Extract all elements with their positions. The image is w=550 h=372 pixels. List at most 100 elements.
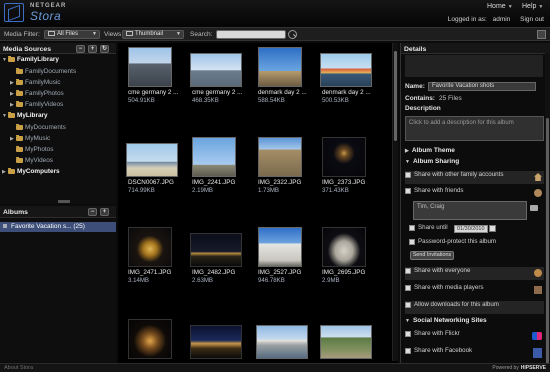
scrollbar-thumb[interactable] (394, 51, 397, 141)
file-name: IMG_2695.JPG (322, 269, 366, 276)
thumbnail-item[interactable]: IMG_2241.JPG 2.19MB (186, 133, 252, 197)
tree-item[interactable]: MyDocuments (10, 124, 66, 134)
thumbnail-image[interactable] (190, 325, 242, 359)
flickr-icon (532, 332, 542, 340)
thumbnail-item[interactable]: IMG_2527.JPG 946.78KB (252, 223, 318, 287)
share-until-date-input[interactable]: 01/30/2010 (454, 225, 488, 233)
checkbox[interactable] (405, 171, 411, 178)
thumbnail-image[interactable] (320, 325, 372, 359)
views-label: Views (104, 31, 122, 38)
album-theme-section[interactable]: ▶ Album Theme (405, 147, 455, 154)
checkbox[interactable] (409, 238, 415, 245)
thumbnail-image[interactable] (258, 47, 302, 87)
share-family-option[interactable]: Share with other family accounts (405, 171, 544, 184)
thumbnail-item[interactable]: cme germany 2 ... 504.91KB (122, 43, 188, 107)
media-sources-title: Media Sources (3, 46, 51, 53)
media-filter-select[interactable]: All Files ▼ (44, 30, 100, 39)
thumbnail-image[interactable] (320, 53, 372, 87)
file-size: 588.54KB (258, 97, 285, 104)
file-size: 3.14MB (128, 277, 150, 284)
thumbnail-image[interactable] (256, 325, 308, 359)
tree-item-label: FamilyMusic (25, 79, 61, 86)
tree-item[interactable]: ▶ FamilyMusic (10, 79, 61, 89)
tree-item-label: MyPhotos (25, 146, 54, 153)
checkbox[interactable] (405, 301, 411, 308)
tree-item[interactable]: ▶ MyComputers (2, 168, 60, 178)
album-item[interactable]: Favorite Vacation s... (25) (0, 222, 116, 232)
grid-scrollbar[interactable] (392, 43, 398, 361)
thumbnail-item[interactable]: IMG_2471.JPG 3.14MB (122, 223, 188, 287)
thumbnail-image[interactable] (190, 53, 242, 87)
share-media-players-option[interactable]: Share with media players (405, 284, 544, 297)
tree-item[interactable]: ▼ MyLibrary (2, 112, 48, 122)
checkbox[interactable] (405, 347, 411, 354)
thumbnail-item[interactable]: denmark day 2 ... 588.54KB (252, 43, 318, 107)
thumbnail-image[interactable] (258, 227, 302, 267)
scrollbar-thumb[interactable] (546, 118, 549, 364)
checkbox[interactable] (405, 284, 411, 291)
send-invitations-button[interactable]: Send Invitations (410, 251, 454, 260)
thumbnail-item[interactable]: IMG_2695.JPG 2.9MB (316, 223, 382, 287)
calendar-icon[interactable] (489, 225, 496, 232)
friends-input[interactable]: Tim, Craig (413, 201, 527, 220)
add-album-button[interactable]: + (100, 208, 109, 216)
tree-item[interactable]: ▶ MyMusic (10, 135, 50, 145)
thumbnail-item[interactable]: IMG_2373.JPG 371.43KB (316, 133, 382, 197)
thumbnail-item[interactable]: cme germany 2 ... 468.35KB (186, 43, 252, 107)
tree-item[interactable]: FamilyDocuments (10, 68, 76, 78)
allow-downloads-option[interactable]: Allow downloads for this album (405, 301, 544, 314)
thumbnail-image[interactable] (258, 137, 302, 177)
tree-item[interactable]: ▼ FamilyLibrary (2, 56, 59, 66)
thumbnail-item[interactable]: denmark day 2 ... 500.53KB (316, 43, 382, 107)
about-link[interactable]: About Stora (4, 365, 33, 371)
thumbnail-item[interactable]: IMG_2322.JPG 1.73MB (252, 133, 318, 197)
remove-source-button[interactable]: − (76, 45, 85, 53)
thumbnail-item[interactable]: IMG_2482.JPG 2.63MB (186, 223, 252, 287)
search-input[interactable] (216, 30, 286, 39)
checkbox[interactable] (409, 224, 415, 231)
views-select[interactable]: Thumbnail ▼ (122, 30, 184, 39)
tree-item[interactable]: ▶ FamilyPhotos (10, 90, 64, 100)
home-menu[interactable]: Home ▼ (487, 3, 513, 10)
thumbnail-image[interactable] (190, 233, 242, 267)
share-everyone-option[interactable]: Share with everyone (405, 267, 544, 280)
thumbnail-image[interactable] (322, 227, 366, 267)
thumbnail-image[interactable] (128, 227, 172, 267)
facebook-icon (533, 348, 542, 358)
checkbox[interactable] (405, 330, 411, 337)
file-name: cme germany 2 ... (128, 89, 179, 96)
share-flickr-option[interactable]: Share with Flickr (405, 330, 544, 343)
tree-item[interactable]: ▶ FamilyVideos (10, 101, 63, 111)
album-sharing-section[interactable]: ▼ Album Sharing (405, 158, 459, 165)
add-source-button[interactable]: + (88, 45, 97, 53)
remove-album-button[interactable]: − (88, 208, 97, 216)
share-facebook-option[interactable]: Share with Facebook (405, 347, 544, 360)
refresh-source-button[interactable]: ↻ (100, 45, 109, 53)
checkbox[interactable] (405, 187, 411, 194)
folder-icon (8, 168, 15, 174)
thumbnail-item[interactable]: DSCN0067.JPG 714.99KB (122, 133, 188, 197)
checkbox[interactable] (405, 267, 411, 274)
address-book-icon[interactable] (530, 205, 538, 211)
thumbnail-image[interactable] (322, 137, 366, 177)
tree-item-label: MyComputers (17, 168, 60, 175)
thumbnail-image[interactable] (128, 319, 172, 359)
details-scrollbar[interactable] (545, 53, 550, 364)
description-input[interactable]: Click to add a description for this albu… (405, 116, 544, 141)
tree-item[interactable]: MyVideos (10, 157, 53, 167)
thumbnail-image[interactable] (128, 47, 172, 87)
share-friends-label: Share with friends (414, 187, 464, 194)
social-networking-section[interactable]: ▼ Social Networking Sites (405, 317, 487, 324)
album-name-input[interactable]: Favorite Vacation shots (428, 82, 536, 91)
thumbnail-image[interactable] (192, 137, 236, 177)
tree-item-label: FamilyLibrary (17, 56, 59, 63)
share-friends-option[interactable]: Share with friends (405, 187, 544, 200)
help-menu[interactable]: Help ▼ (522, 3, 543, 10)
thumbnail-image[interactable] (126, 143, 178, 177)
collapse-panel-button[interactable] (537, 30, 546, 39)
password-protect-option[interactable]: Password-protect this album (405, 238, 544, 251)
search-icon[interactable] (288, 30, 297, 39)
horizontal-scrollbar[interactable] (58, 200, 70, 203)
sign-out-link[interactable]: Sign out (520, 16, 544, 23)
tree-item[interactable]: MyPhotos (10, 146, 53, 156)
